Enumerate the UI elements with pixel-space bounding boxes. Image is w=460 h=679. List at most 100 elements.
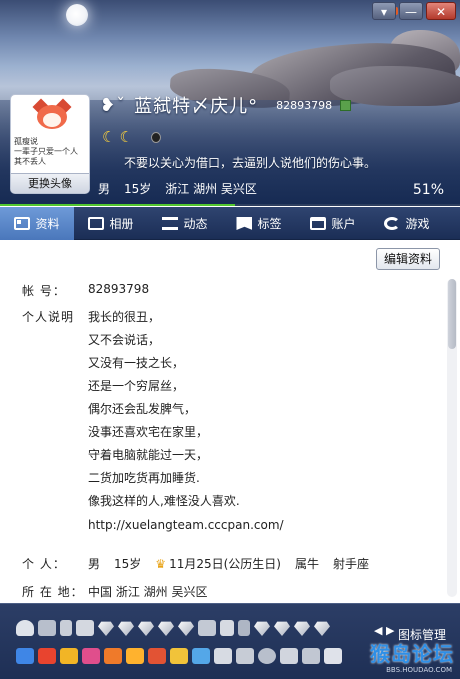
chat-icon[interactable] bbox=[236, 648, 254, 664]
diamond-icon[interactable] bbox=[158, 621, 174, 636]
qq-game-icon[interactable] bbox=[126, 648, 144, 664]
game-icon bbox=[384, 217, 401, 230]
change-avatar-button[interactable]: 更换头像 bbox=[11, 173, 89, 193]
completion-percent: 51% bbox=[412, 182, 444, 198]
wallet-icon bbox=[310, 217, 327, 230]
birthday-text: 11月25日(公历生日) bbox=[169, 557, 281, 571]
diamond-icon[interactable] bbox=[314, 621, 330, 636]
description-label: 个人说明 bbox=[22, 310, 75, 324]
tab-profile[interactable]: 资料 bbox=[0, 207, 74, 240]
location-label: 所 在 地： bbox=[22, 585, 84, 599]
icon-row-top bbox=[16, 620, 330, 636]
tab-tags[interactable]: 标签 bbox=[222, 207, 296, 240]
completion-progress-bar bbox=[0, 204, 460, 206]
description-link[interactable]: http://xuelangteam.cccpan.com/ bbox=[88, 518, 284, 532]
shield-icon[interactable] bbox=[16, 648, 34, 664]
edit-profile-button[interactable]: 编辑资料 bbox=[376, 248, 440, 270]
tab-games[interactable]: 游戏 bbox=[370, 207, 444, 240]
location-value: 中国 浙江 湖州 吴兴区 bbox=[88, 585, 208, 599]
scrollbar[interactable] bbox=[447, 279, 457, 597]
tab-account[interactable]: 账户 bbox=[296, 207, 370, 240]
crown-birthday-icon: ♛ bbox=[155, 556, 167, 571]
moon-level-icon[interactable]: ☾ bbox=[119, 130, 132, 145]
service-icon-bar: ◀ ▶ 图标管理 猴岛论坛 BBS.HOUDAO.COM bbox=[0, 603, 460, 679]
pet-icon[interactable] bbox=[38, 620, 56, 636]
nickname-prefix: ❥ˇ bbox=[100, 94, 127, 116]
icon-scroll-arrows[interactable]: ◀ ▶ bbox=[374, 624, 394, 637]
personal-info: 男 15岁 ♛ 11月25日(公历生日) 属牛 射手座 bbox=[88, 555, 369, 572]
music-note-icon[interactable] bbox=[192, 648, 210, 664]
description-line: 又没有一技之长， bbox=[88, 356, 185, 370]
diamond-icon[interactable] bbox=[178, 621, 194, 636]
description-line: 又不会说话， bbox=[88, 333, 161, 347]
penguin-icon[interactable] bbox=[150, 132, 161, 143]
birthday: ♛ 11月25日(公历生日) bbox=[155, 555, 281, 572]
tab-label: 标签 bbox=[257, 217, 282, 231]
watermark-url: BBS.HOUDAO.COM bbox=[386, 666, 452, 674]
personal-age: 15岁 bbox=[114, 557, 142, 571]
avatar[interactable]: 孤瘦说 一辈子只爱一个人 其不丢人 更换头像 bbox=[10, 94, 90, 194]
qq-number: 82893798 bbox=[276, 98, 333, 112]
description-line: 还是一个穷屌丝， bbox=[88, 379, 185, 393]
nickname-row: ❥ˇ 蓝弑特〆庆儿° 82893798 bbox=[100, 92, 352, 118]
joystick-icon[interactable] bbox=[60, 620, 72, 636]
feed-icon bbox=[162, 217, 179, 230]
avatar-caption: 孤瘦说 一辈子只爱一个人 其不丢人 bbox=[14, 137, 78, 166]
mail-icon[interactable] bbox=[324, 648, 342, 664]
description-line: 没事还喜欢宅在家里， bbox=[88, 425, 209, 439]
close-button[interactable]: ✕ bbox=[426, 2, 456, 20]
tab-label: 账户 bbox=[331, 217, 356, 231]
personal-label: 个 人： bbox=[22, 557, 66, 571]
description-line: 像我这样的人,难怪没人喜欢. bbox=[88, 494, 240, 508]
tab-album[interactable]: 相册 bbox=[74, 207, 148, 240]
diamond-icon[interactable] bbox=[274, 621, 290, 636]
pet-penguin-icon[interactable] bbox=[104, 648, 122, 664]
qq-circle-icon[interactable] bbox=[258, 648, 276, 664]
space-icon[interactable] bbox=[214, 648, 232, 664]
constellation: 射手座 bbox=[332, 557, 369, 571]
description-line: 二货加吃货再加睡货. bbox=[88, 471, 200, 485]
description-line: 我长的很丑， bbox=[88, 310, 161, 324]
diamond-icon[interactable] bbox=[118, 621, 134, 636]
qq-show-icon[interactable] bbox=[82, 648, 100, 664]
tab-label: 资料 bbox=[35, 217, 60, 231]
moon-level-icon[interactable]: ☾ bbox=[102, 130, 115, 145]
description-line: 守着电脑就能过一天， bbox=[88, 448, 209, 462]
tab-label: 游戏 bbox=[405, 217, 430, 231]
dance-icon[interactable] bbox=[148, 648, 166, 664]
heart-icon[interactable] bbox=[16, 620, 34, 636]
personal-gender: 男 bbox=[88, 557, 101, 571]
icon-row-bottom bbox=[16, 648, 342, 664]
tab-feed[interactable]: 动态 bbox=[148, 207, 222, 240]
progress-fill bbox=[0, 204, 235, 206]
album-icon bbox=[88, 217, 105, 230]
diamond-icon[interactable] bbox=[98, 621, 114, 636]
menu-button[interactable]: ▾ bbox=[372, 2, 396, 20]
bird-icon[interactable] bbox=[198, 620, 216, 636]
music-icon[interactable] bbox=[76, 620, 94, 636]
diamond-icon[interactable] bbox=[138, 621, 154, 636]
signature[interactable]: 不要以关心为借口，去逼别人说他们的伤心事。 bbox=[124, 154, 376, 171]
level-icon[interactable] bbox=[340, 99, 352, 111]
window-controls: ▾ — ✕ bbox=[372, 2, 456, 20]
diamond-icon[interactable] bbox=[254, 621, 270, 636]
member-icon[interactable] bbox=[220, 620, 234, 636]
watermark-logo: 猴岛论坛 bbox=[370, 642, 454, 666]
diamond-icon[interactable] bbox=[294, 621, 310, 636]
account-label: 帐 号： bbox=[22, 284, 66, 298]
star-icon[interactable] bbox=[60, 648, 78, 664]
photo-icon[interactable] bbox=[238, 620, 250, 636]
location: 浙江 湖州 吴兴区 bbox=[165, 182, 257, 196]
profile-details: 编辑资料 帐 号： 82893798 个人说明 我长的很丑， 又不会说话， 又没… bbox=[0, 241, 460, 603]
phone-icon[interactable] bbox=[280, 648, 298, 664]
description-line: 偶尔还会乱发脾气， bbox=[88, 402, 197, 416]
mall-icon[interactable] bbox=[170, 648, 188, 664]
nickname[interactable]: 蓝弑特〆庆儿° bbox=[134, 92, 258, 118]
scroll-thumb[interactable] bbox=[448, 279, 456, 349]
profile-header: ▾ — ✕ 孤瘦说 一辈子只爱一个人 其不丢人 更换头像 ❥ˇ 蓝弑特〆庆儿° … bbox=[0, 0, 460, 206]
guard-icon[interactable] bbox=[302, 648, 320, 664]
zodiac: 属牛 bbox=[294, 557, 319, 571]
tag-icon bbox=[236, 217, 253, 230]
minimize-button[interactable]: — bbox=[399, 2, 423, 20]
game-t-icon[interactable] bbox=[38, 648, 56, 664]
